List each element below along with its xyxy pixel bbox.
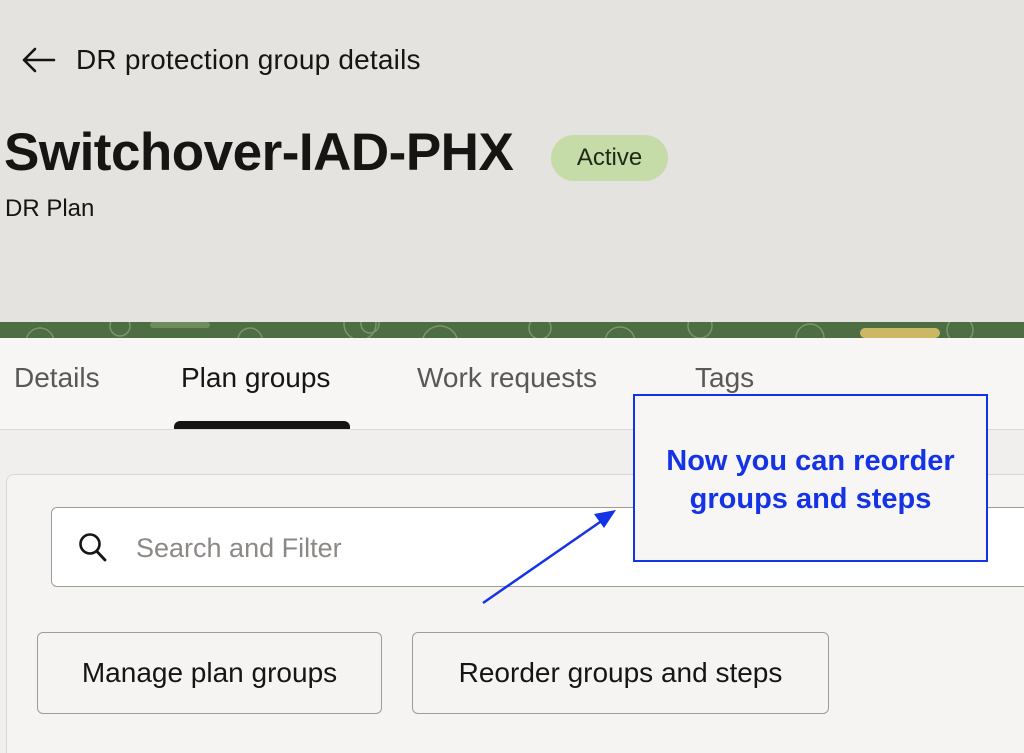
manage-plan-groups-button[interactable]: Manage plan groups (37, 632, 382, 714)
tab-tags[interactable]: Tags (695, 362, 754, 394)
page-title: Switchover-IAD-PHX (4, 123, 514, 182)
search-icon (78, 532, 108, 569)
annotation-line-1: Now you can reorder (666, 445, 955, 477)
reorder-groups-button[interactable]: Reorder groups and steps (412, 632, 829, 714)
page-header: DR protection group details Switchover-I… (0, 0, 1024, 322)
annotation-callout: Now you can reorder groups and steps (633, 394, 988, 562)
back-link-label[interactable]: DR protection group details (76, 44, 421, 76)
annotation-line-2: groups and steps (689, 483, 932, 515)
tab-work-requests[interactable]: Work requests (417, 362, 597, 394)
status-badge: Active (551, 135, 668, 181)
decorative-banner (0, 322, 1024, 338)
annotation-text: Now you can reorder groups and steps (635, 442, 986, 518)
tab-plan-groups[interactable]: Plan groups (181, 362, 330, 394)
page-subtitle: DR Plan (5, 195, 95, 222)
arrow-left-icon[interactable] (22, 47, 56, 73)
page: DR protection group details Switchover-I… (0, 0, 1024, 753)
tab-details[interactable]: Details (14, 362, 100, 394)
back-link[interactable]: DR protection group details (22, 40, 421, 80)
active-tab-indicator (174, 421, 350, 429)
